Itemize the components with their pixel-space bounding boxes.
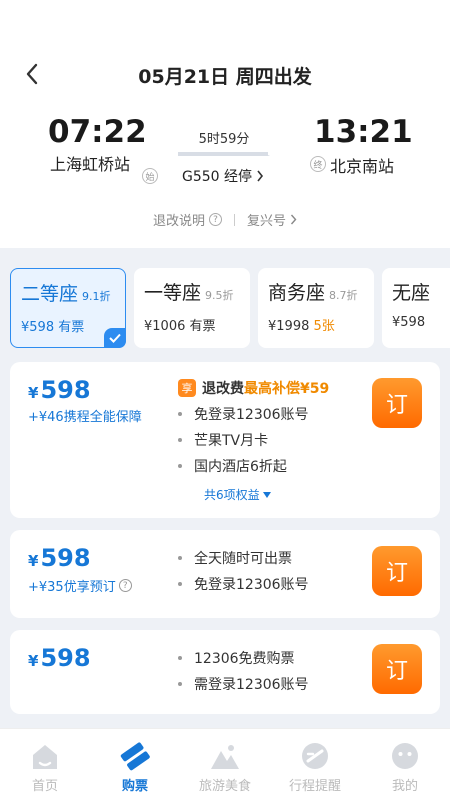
mountain-icon — [211, 745, 239, 769]
chevron-right-icon — [257, 170, 264, 182]
seat-price: ¥1006 — [144, 319, 186, 334]
chevron-right-icon — [290, 214, 297, 225]
refund-policy-link[interactable]: 退改说明 ? — [153, 210, 222, 229]
selected-check-icon — [104, 328, 126, 348]
duration-arrow — [178, 152, 270, 156]
price-value: 598 — [40, 376, 91, 404]
seat-tab-first-class[interactable]: 一等座 9.5折 ¥1006 有票 — [134, 268, 250, 348]
seat-name: 无座 — [392, 282, 431, 304]
departure-time: 07:22 — [48, 114, 147, 150]
profile-icon — [392, 743, 418, 769]
seat-tab-second-class[interactable]: 二等座 9.1折 ¥598 有票 — [10, 268, 126, 348]
offer-extra-service[interactable]: +¥46携程全能保障 — [28, 406, 142, 425]
offer-feature: 12306免费购票 — [178, 648, 295, 668]
tab-label: 我的 — [391, 779, 418, 794]
benefit-badge: 享 — [178, 379, 196, 397]
seat-discount: 9.5折 — [205, 289, 234, 302]
feature-text: 芒果TV月卡 — [194, 433, 269, 449]
trip-duration: 5时59分 — [198, 132, 250, 147]
offer-price: ¥598 — [28, 376, 91, 404]
seat-price: ¥598 — [21, 320, 55, 335]
departure-station: 上海虹桥站 — [50, 155, 131, 174]
seat-tab-business-class[interactable]: 商务座 8.7折 ¥1998 5张 — [258, 268, 374, 348]
origin-badge: 始 — [142, 168, 158, 184]
ticket-icon — [120, 742, 150, 771]
extra-service-label: +¥35优享预订 — [28, 580, 116, 595]
seat-discount: 8.7折 — [329, 289, 358, 302]
more-benefits-link[interactable]: 共6项权益 — [204, 486, 271, 503]
tab-label: 行程提醒 — [288, 779, 341, 794]
feature-text: 全天随时可出票 — [194, 551, 292, 567]
ticket-offer-card: ¥598 +¥35优享预订 ? 全天随时可出票 免登录12306账号 订 — [10, 530, 440, 618]
offer-feature: 国内酒店6折起 — [178, 456, 287, 476]
tab-home[interactable]: 首页 — [0, 729, 90, 800]
chevron-down-icon — [262, 491, 271, 498]
info-links: 退改说明 ? 复兴号 — [0, 210, 450, 229]
feature-text: 免登录12306账号 — [194, 407, 309, 423]
refund-label: 退改费 — [202, 381, 244, 397]
train-type-link[interactable]: 复兴号 — [247, 210, 297, 229]
tab-travel-food[interactable]: 旅游美食 — [180, 729, 270, 800]
price-value: 598 — [40, 644, 91, 672]
divider — [234, 213, 235, 226]
tab-profile[interactable]: 我的 — [360, 729, 450, 800]
train-stops-link[interactable]: G550 经停 — [182, 166, 264, 186]
offer-price: ¥598 — [28, 544, 91, 572]
currency-symbol: ¥ — [28, 652, 39, 670]
seat-price: ¥1998 — [268, 319, 310, 334]
help-icon: ? — [209, 213, 222, 226]
seat-class-tabs: 二等座 9.1折 ¥598 有票 一等座 9.5折 ¥1006 有票 商务座 8.7折… — [10, 268, 450, 350]
feature-text: 需登录12306账号 — [194, 677, 309, 693]
seat-price: ¥598 — [392, 315, 426, 330]
offer-feature: 需登录12306账号 — [178, 674, 309, 694]
offer-price: ¥598 — [28, 644, 91, 672]
terminal-badge: 终 — [310, 156, 326, 172]
tab-label: 首页 — [31, 779, 58, 794]
bottom-tab-bar: 首页 购票 旅游美食 行程提醒 我的 — [0, 728, 450, 800]
trip-header: 05月21日 周四出发 07:22 上海虹桥站 始 5时59分 G550 经停 … — [0, 0, 450, 248]
train-number: G550 经停 — [182, 169, 253, 185]
seat-tab-no-seat[interactable]: 无座 ¥598 — [382, 268, 450, 348]
help-icon: ? — [118, 579, 132, 592]
offer-feature: 芒果TV月卡 — [178, 430, 268, 450]
seat-availability: 有票 — [189, 319, 216, 334]
refund-policy-label: 退改说明 — [152, 214, 205, 229]
offer-feature: 免登录12306账号 — [178, 404, 309, 424]
offer-extra-service[interactable]: +¥35优享预订 ? — [28, 576, 132, 595]
price-value: 598 — [40, 544, 91, 572]
tab-itinerary[interactable]: 行程提醒 — [270, 729, 360, 800]
seat-name: 二等座 — [21, 283, 79, 305]
home-icon — [33, 745, 57, 769]
book-button[interactable]: 订 — [372, 546, 422, 596]
arrival-time: 13:21 — [314, 114, 413, 150]
currency-symbol: ¥ — [28, 552, 39, 570]
book-button[interactable]: 订 — [372, 378, 422, 428]
tab-tickets[interactable]: 购票 — [90, 729, 180, 800]
tab-label: 购票 — [121, 779, 148, 794]
page-title: 05月21日 周四出发 — [138, 66, 312, 88]
book-button[interactable]: 订 — [372, 644, 422, 694]
arrival-station: 北京南站 — [330, 157, 395, 176]
train-type-label: 复兴号 — [247, 214, 287, 229]
offer-feature: 免登录12306账号 — [178, 574, 309, 594]
refund-compensation: 享 退改费 最高补偿¥59 — [178, 378, 329, 398]
feature-text: 国内酒店6折起 — [194, 459, 287, 475]
feature-text: 12306免费购票 — [194, 651, 295, 667]
feature-text: 免登录12306账号 — [194, 577, 309, 593]
refund-highlight: 最高补偿¥59 — [244, 381, 330, 397]
seat-name: 商务座 — [268, 282, 326, 304]
seat-availability: 5张 — [313, 319, 335, 334]
tab-label: 旅游美食 — [198, 779, 251, 794]
currency-symbol: ¥ — [28, 384, 39, 402]
itinerary-icon — [302, 743, 328, 769]
seat-discount: 9.1折 — [82, 290, 111, 303]
ticket-offer-card: ¥598 +¥46携程全能保障 享 退改费 最高补偿¥59 免登录12306账号 … — [10, 362, 440, 518]
offer-feature: 全天随时可出票 — [178, 548, 292, 568]
seat-availability: 有票 — [58, 320, 85, 335]
seat-name: 一等座 — [144, 282, 202, 304]
more-benefits-label: 共6项权益 — [204, 488, 260, 502]
ticket-offer-card: ¥598 12306免费购票 需登录12306账号 订 — [10, 630, 440, 714]
